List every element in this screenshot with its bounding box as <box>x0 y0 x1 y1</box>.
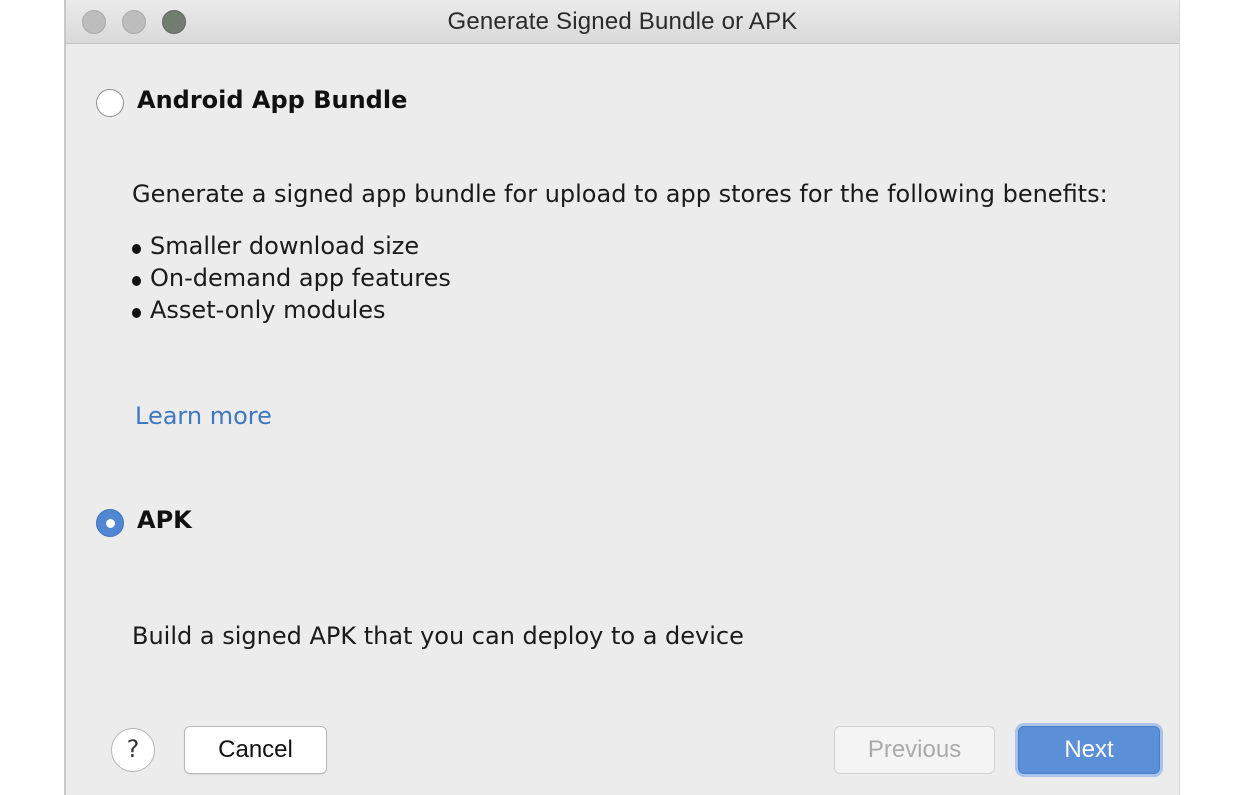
previous-button[interactable]: Previous <box>834 726 995 774</box>
benefit-text: On-demand app features <box>150 264 451 292</box>
bullet-icon <box>132 276 141 286</box>
benefit-text: Asset-only modules <box>150 296 386 324</box>
bundle-benefits-list: Smaller download size On-demand app feat… <box>129 232 451 328</box>
learn-more-link[interactable]: Learn more <box>135 402 272 430</box>
benefit-text: Smaller download size <box>150 232 420 260</box>
radio-apk[interactable] <box>96 509 124 537</box>
window-title: Generate Signed Bundle or APK <box>447 8 798 35</box>
next-button[interactable]: Next <box>1018 726 1160 774</box>
list-item: On-demand app features <box>129 264 451 296</box>
apk-label[interactable]: APK <box>137 506 192 534</box>
list-item: Asset-only modules <box>129 296 451 328</box>
radio-selected-dot <box>105 518 115 528</box>
help-button[interactable]: ? <box>111 728 155 772</box>
bullet-icon <box>132 308 141 318</box>
apk-description: Build a signed APK that you can deploy t… <box>132 622 744 650</box>
list-item: Smaller download size <box>129 232 451 264</box>
cancel-button[interactable]: Cancel <box>184 726 327 774</box>
bundle-description: Generate a signed app bundle for upload … <box>132 180 1108 208</box>
bullet-icon <box>132 244 141 254</box>
android-app-bundle-label[interactable]: Android App Bundle <box>137 86 407 114</box>
title-bar: Generate Signed Bundle or APK <box>66 0 1179 44</box>
dialog-window: Generate Signed Bundle or APK Android Ap… <box>64 0 1180 795</box>
radio-android-app-bundle[interactable] <box>96 89 124 117</box>
